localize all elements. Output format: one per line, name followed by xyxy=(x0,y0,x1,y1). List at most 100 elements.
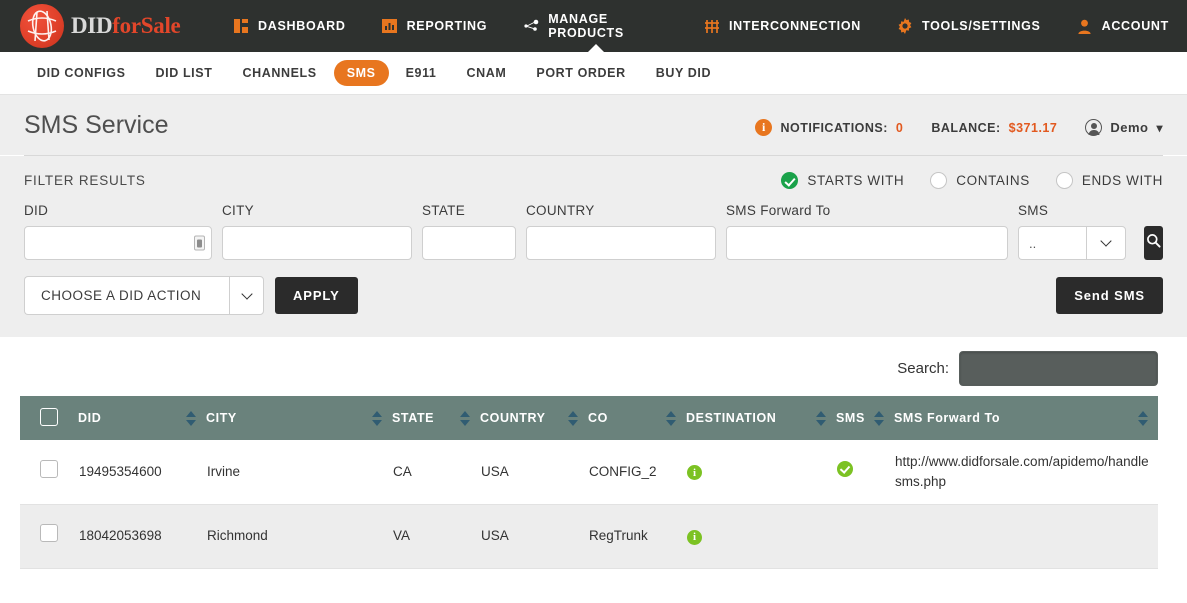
notifications-indicator[interactable]: i NOTIFICATIONS: 0 xyxy=(755,119,903,136)
radio-selected-icon xyxy=(781,172,799,189)
column-co[interactable]: CO xyxy=(588,396,686,440)
nav-item-tools-settings[interactable]: TOOLS/SETTINGS xyxy=(879,0,1059,52)
column-label: COUNTRY xyxy=(480,411,546,425)
column-label: CITY xyxy=(206,411,237,425)
column-label: STATE xyxy=(392,411,435,425)
subnav-item-sms[interactable]: SMS xyxy=(333,60,389,86)
sliders-icon xyxy=(704,18,720,34)
action-row: CHOOSE A DID ACTION APPLY Send SMS xyxy=(0,276,1187,337)
column-label: DID xyxy=(78,411,102,425)
field-state: STATE xyxy=(422,203,516,260)
subnav-item-did-configs[interactable]: DID CONFIGS xyxy=(24,60,139,86)
cell-city: Irvine xyxy=(206,440,392,505)
cell-did: 18042053698 xyxy=(78,504,206,569)
row-checkbox[interactable] xyxy=(40,524,58,542)
sort-icon[interactable] xyxy=(815,410,828,426)
sort-icon[interactable] xyxy=(873,410,886,426)
subnav-item-did-list[interactable]: DID LIST xyxy=(143,60,226,86)
state-input[interactable] xyxy=(422,226,516,260)
search-input[interactable] xyxy=(959,351,1158,386)
sms-forward-to-input[interactable] xyxy=(726,226,1008,260)
field-sms-forward-to: SMS Forward To xyxy=(726,203,1008,260)
subnav-item-channels[interactable]: CHANNELS xyxy=(229,60,329,86)
did-action-select-arrow[interactable] xyxy=(229,276,264,315)
subnav-item-e911[interactable]: E911 xyxy=(393,60,450,86)
sort-icon[interactable] xyxy=(665,410,678,426)
column-destination[interactable]: DESTINATION xyxy=(686,396,836,440)
select-all-checkbox[interactable] xyxy=(40,407,58,426)
sms-select[interactable]: .. xyxy=(1018,226,1126,260)
brand-logo[interactable]: DIDforSale xyxy=(0,4,215,48)
column-did[interactable]: DID xyxy=(78,396,206,440)
info-icon[interactable]: i xyxy=(687,529,702,545)
nav-item-dashboard[interactable]: DASHBOARD xyxy=(215,0,364,52)
filter-section: FILTER RESULTS STARTS WITH CONTAINS ENDS… xyxy=(0,156,1187,276)
row-checkbox[interactable] xyxy=(40,459,58,478)
subnav-item-port-order[interactable]: PORT ORDER xyxy=(523,60,638,86)
active-tab-pointer xyxy=(586,44,605,53)
field-label-city: CITY xyxy=(222,203,254,218)
cell-state: CA xyxy=(392,440,480,505)
column-sms[interactable]: SMS xyxy=(836,396,894,440)
cell-destination: i xyxy=(686,440,836,505)
balance-label: BALANCE: xyxy=(931,120,1001,135)
column-label: CO xyxy=(588,411,608,425)
select-all-header xyxy=(20,396,78,440)
field-label-state: STATE xyxy=(422,203,466,218)
table-row[interactable]: 18042053698 Richmond VA USA RegTrunk i xyxy=(20,504,1158,569)
match-mode-radio-group: STARTS WITH CONTAINS ENDS WITH xyxy=(781,172,1163,189)
sms-select-arrow[interactable] xyxy=(1086,226,1126,260)
field-city: CITY xyxy=(222,203,412,260)
column-state[interactable]: STATE xyxy=(392,396,480,440)
radio-label: STARTS WITH xyxy=(807,173,905,188)
sub-navigation-bar: DID CONFIGS DID LIST CHANNELS SMS E911 C… xyxy=(0,52,1187,95)
nav-item-interconnection[interactable]: INTERCONNECTION xyxy=(686,0,879,52)
nav-label: MANAGE PRODUCTS xyxy=(548,12,624,40)
row-select-cell xyxy=(20,504,78,569)
table-row[interactable]: 19495354600 Irvine CA USA CONFIG_2 i htt… xyxy=(20,440,1158,505)
magnifier-icon xyxy=(1146,233,1161,253)
cell-country: USA xyxy=(480,504,588,569)
info-icon[interactable]: i xyxy=(687,465,702,481)
stepper-icon[interactable] xyxy=(194,235,205,251)
field-label-sms-forward-to: SMS Forward To xyxy=(726,203,831,218)
nav-item-reporting[interactable]: REPORTING xyxy=(364,0,506,52)
column-country[interactable]: COUNTRY xyxy=(480,396,588,440)
cell-did: 19495354600 xyxy=(78,440,206,505)
brand-name: DIDforSale xyxy=(71,13,181,39)
info-icon: i xyxy=(755,119,773,136)
did-action-select-value[interactable]: CHOOSE A DID ACTION xyxy=(24,276,229,315)
country-input[interactable] xyxy=(526,226,716,260)
send-sms-button[interactable]: Send SMS xyxy=(1056,277,1163,314)
radio-contains[interactable]: CONTAINS xyxy=(930,172,1030,189)
column-sms-forward-to[interactable]: SMS Forward To xyxy=(894,396,1158,440)
sort-icon[interactable] xyxy=(185,410,198,426)
action-left-group: CHOOSE A DID ACTION APPLY xyxy=(24,276,358,315)
sort-icon[interactable] xyxy=(459,410,472,426)
radio-starts-with[interactable]: STARTS WITH xyxy=(781,172,904,189)
user-menu[interactable]: Demo ▾ xyxy=(1085,119,1163,136)
did-input[interactable] xyxy=(24,226,212,260)
radio-label: ENDS WITH xyxy=(1081,173,1163,188)
did-table: DID CITY STATE COUNTRY CO DESTINATION SM… xyxy=(20,396,1158,569)
column-city[interactable]: CITY xyxy=(206,396,392,440)
globe-logo-icon xyxy=(20,4,64,48)
apply-button[interactable]: APPLY xyxy=(275,277,358,314)
nav-item-account[interactable]: ACCOUNT xyxy=(1059,0,1187,52)
nav-label: INTERCONNECTION xyxy=(728,19,861,33)
filter-top-row: FILTER RESULTS STARTS WITH CONTAINS ENDS… xyxy=(24,156,1163,189)
sort-icon[interactable] xyxy=(1137,410,1150,426)
radio-ends-with[interactable]: ENDS WITH xyxy=(1055,172,1163,189)
avatar-icon xyxy=(1085,119,1103,136)
sort-icon[interactable] xyxy=(567,410,580,426)
subnav-item-buy-did[interactable]: BUY DID xyxy=(643,60,724,86)
city-input[interactable] xyxy=(222,226,412,260)
subnav-item-cnam[interactable]: CNAM xyxy=(453,60,519,86)
row-select-cell xyxy=(20,440,78,505)
nav-item-manage-products[interactable]: MANAGE PRODUCTS xyxy=(505,0,686,53)
filter-search-button[interactable] xyxy=(1144,226,1163,260)
brand-for: for xyxy=(112,13,141,38)
page-header: SMS Service i NOTIFICATIONS: 0 BALANCE: … xyxy=(0,95,1187,155)
search-label: Search: xyxy=(897,360,949,377)
sort-icon[interactable] xyxy=(371,410,384,426)
